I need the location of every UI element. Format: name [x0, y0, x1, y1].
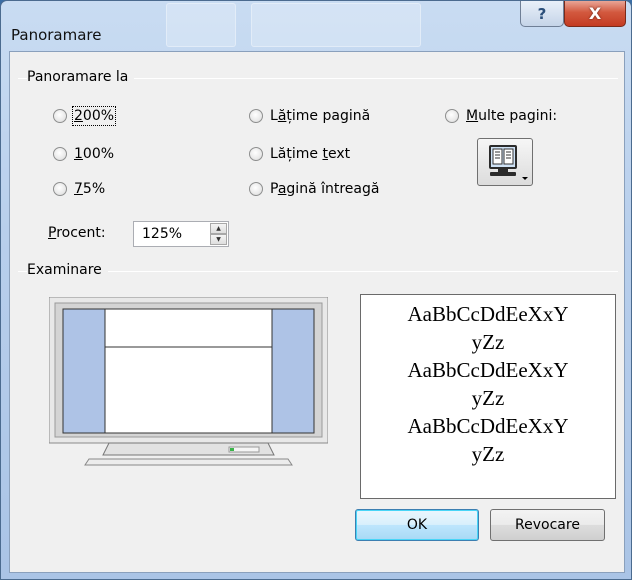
sample-line: yZz: [471, 330, 505, 354]
radio-circle: [53, 182, 67, 196]
window-title: Panoramare: [11, 26, 102, 44]
arrow-down-icon: ▼: [216, 236, 221, 243]
radio-zoom-200[interactable]: 200%: [53, 106, 117, 126]
close-icon: X: [588, 4, 602, 23]
radio-circle: [53, 147, 67, 161]
help-icon: ?: [537, 4, 547, 23]
radio-many-pages[interactable]: Multe pagini:: [445, 108, 557, 124]
radio-whole-page[interactable]: Pagină întreagă: [249, 181, 379, 197]
radio-page-width[interactable]: Lățime pagină: [249, 108, 370, 124]
sample-line: yZz: [471, 442, 505, 466]
zoom-dialog: Panoramare ? X Panoramare la 200% 100% 7…: [0, 0, 632, 580]
radio-text-width-label: Lățime text: [270, 146, 351, 162]
arrow-up-icon: ▲: [216, 225, 221, 232]
sample-line: AaBbCcDdEeXxY: [407, 302, 569, 326]
radio-whole-page-label: Pagină întreagă: [270, 181, 380, 197]
radio-many-pages-label: Multe pagini:: [466, 108, 558, 124]
sample-line: AaBbCcDdEeXxY: [407, 358, 569, 382]
zoom-group-title: Panoramare la: [27, 69, 135, 85]
dialog-body: Panoramare la 200% 100% 75% Lățime pagin…: [9, 51, 625, 573]
title-bar[interactable]: Panoramare ? X: [1, 1, 631, 51]
radio-zoom-75[interactable]: 75%: [53, 181, 105, 197]
percent-value[interactable]: 125%: [142, 226, 182, 242]
many-pages-button[interactable]: [477, 138, 533, 186]
radio-circle: [445, 109, 459, 123]
spin-down-button[interactable]: ▼: [210, 234, 227, 245]
radio-zoom-75-label: 75%: [74, 181, 106, 197]
percent-spinner[interactable]: 125% ▲ ▼: [133, 221, 229, 247]
spin-up-button[interactable]: ▲: [210, 223, 227, 234]
percent-label: Procent:: [48, 225, 106, 241]
radio-circle: [53, 109, 67, 123]
radio-circle: [249, 147, 263, 161]
background-window-ghost: [251, 3, 421, 47]
preview-sample-text-box: AaBbCcDdEeXxY yZz AaBbCcDdEeXxY yZz AaBb…: [360, 294, 616, 499]
monitor-multiple-pages-icon: [489, 145, 528, 180]
radio-circle: [249, 182, 263, 196]
help-button[interactable]: ?: [520, 1, 564, 27]
sample-text: AaBbCcDdEeXxY yZz AaBbCcDdEeXxY yZz AaBb…: [361, 295, 615, 468]
radio-page-width-label: Lățime pagină: [270, 108, 371, 124]
cancel-button[interactable]: Revocare: [490, 509, 605, 541]
ok-button[interactable]: OK: [355, 509, 479, 541]
radio-text-width[interactable]: Lățime text: [249, 146, 350, 162]
background-window-ghost: [166, 3, 236, 47]
group-separator: [18, 271, 618, 272]
zoom-preview-monitor: [49, 297, 328, 466]
radio-zoom-200-label: 200%: [71, 106, 117, 126]
sample-line: yZz: [471, 386, 505, 410]
radio-zoom-100[interactable]: 100%: [53, 146, 114, 162]
radio-zoom-100-label: 100%: [74, 146, 115, 162]
close-button[interactable]: X: [564, 1, 626, 27]
radio-circle: [249, 109, 263, 123]
preview-group-title: Examinare: [27, 262, 108, 278]
sample-line: AaBbCcDdEeXxY: [407, 414, 569, 438]
spinner-buttons: ▲ ▼: [210, 223, 227, 245]
